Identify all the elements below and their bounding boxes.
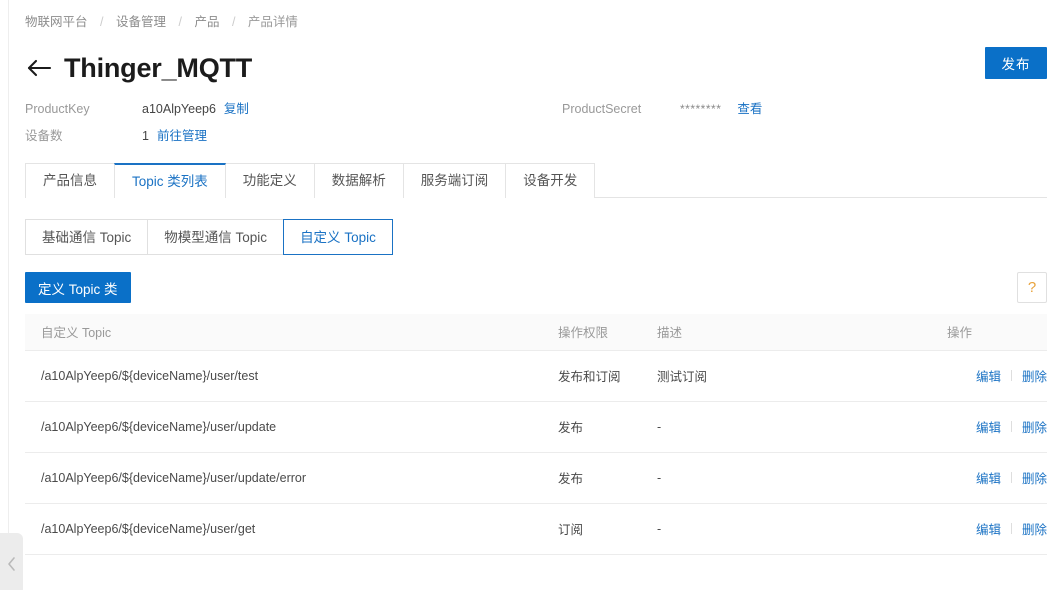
row-actions: 编辑 删除 [976,519,1047,538]
define-topic-class-button[interactable]: 定义 Topic 类 [25,272,131,303]
breadcrumb-separator: / [231,15,236,29]
breadcrumb-separator: / [100,15,104,29]
row-actions: 编辑 删除 [976,417,1047,436]
breadcrumb-item-3: 产品详情 [247,15,298,29]
column-header-description: 描述 [641,314,931,351]
table-row: /a10AlpYeep6/${deviceName}/user/update/e… [25,452,1047,504]
subtab-basic-topic[interactable]: 基础通信 Topic [25,219,149,255]
cell-description: - [641,401,931,453]
table-body: /a10AlpYeep6/${deviceName}/user/test 发布和… [25,350,1047,555]
cell-permission: 订阅 [542,503,641,555]
publish-button[interactable]: 发布 [985,47,1047,79]
edit-link[interactable]: 编辑 [976,366,1001,385]
subtab-custom-topic[interactable]: 自定义 Topic [283,219,393,255]
cell-description: 测试订阅 [641,350,931,402]
cell-topic: /a10AlpYeep6/${deviceName}/user/test [25,350,542,402]
cell-permission: 发布 [542,401,641,453]
table-header-row: 自定义 Topic 操作权限 描述 操作 [25,314,1047,351]
cell-action: 编辑 删除 [931,503,1047,555]
cell-action: 编辑 删除 [931,452,1047,504]
arrow-left-icon[interactable] [25,54,53,82]
column-header-permission: 操作权限 [542,314,641,351]
action-divider [1010,370,1012,381]
sidebar-collapse-handle[interactable] [0,533,23,590]
product-key-label: ProductKey [25,102,90,116]
product-tabs: 产品信息 Topic 类列表 功能定义 数据解析 服务端订阅 设备开发 [25,163,1047,199]
page-title: Thinger_MQTT [64,53,253,83]
table-row: /a10AlpYeep6/${deviceName}/user/update 发… [25,401,1047,453]
column-header-action: 操作 [931,314,1047,351]
question-mark-icon[interactable]: ? [1017,272,1047,303]
copy-product-key-link[interactable]: 复制 [224,102,249,116]
custom-topic-table: 自定义 Topic 操作权限 描述 操作 /a10AlpYeep6/${devi… [25,314,1047,555]
cell-topic: /a10AlpYeep6/${deviceName}/user/get [25,503,542,555]
product-secret-label: ProductSecret [562,102,642,116]
action-divider [1010,523,1012,534]
product-detail-page: 物联网平台 / 设备管理 / 产品 / 产品详情 Thinger_MQTT 发布… [0,0,1064,590]
tab-device-development[interactable]: 设备开发 [505,163,596,198]
meta-row-product-secret: ProductSecret ******** 查看 [562,101,762,117]
tab-product-info[interactable]: 产品信息 [25,163,115,198]
column-header-topic: 自定义 Topic [25,314,542,351]
cell-topic: /a10AlpYeep6/${deviceName}/user/update [25,401,542,453]
page-header: Thinger_MQTT [25,50,252,86]
table-head: 自定义 Topic 操作权限 描述 操作 [25,314,1047,351]
action-divider [1010,421,1012,432]
delete-link[interactable]: 删除 [1022,519,1047,538]
meta-row-device-count: 设备数 1 前往管理 [25,128,1025,155]
tab-topic-list[interactable]: Topic 类列表 [114,163,226,199]
product-key-value: a10AlpYeep6 [142,102,216,116]
row-actions: 编辑 删除 [976,366,1047,385]
cell-permission: 发布和订阅 [542,350,641,402]
topic-type-tabs: 基础通信 Topic 物模型通信 Topic 自定义 Topic [25,219,393,255]
action-divider [1010,472,1012,483]
cell-description: - [641,452,931,504]
meta-row-product-key: ProductKey a10AlpYeep6 复制 ProductSecret *… [25,101,1025,128]
delete-link[interactable]: 删除 [1022,366,1047,385]
chevron-left-icon [6,556,17,572]
cell-description: - [641,503,931,555]
breadcrumb: 物联网平台 / 设备管理 / 产品 / 产品详情 [25,13,298,31]
product-meta: ProductKey a10AlpYeep6 复制 ProductSecret *… [25,101,1025,155]
product-key-value-group: a10AlpYeep6 复制 [142,101,249,117]
edit-link[interactable]: 编辑 [976,417,1001,436]
table-row: /a10AlpYeep6/${deviceName}/user/test 发布和… [25,350,1047,402]
breadcrumb-item-2[interactable]: 产品 [194,15,219,29]
device-count-value-group: 1 前往管理 [142,128,207,144]
breadcrumb-item-1[interactable]: 设备管理 [116,15,166,29]
cell-permission: 发布 [542,452,641,504]
delete-link[interactable]: 删除 [1022,417,1047,436]
edit-link[interactable]: 编辑 [976,519,1001,538]
product-secret-value-group: ******** 查看 [680,101,762,117]
cell-action: 编辑 删除 [931,350,1047,402]
cell-action: 编辑 删除 [931,401,1047,453]
row-actions: 编辑 删除 [976,468,1047,487]
tab-function-definition[interactable]: 功能定义 [224,163,315,198]
subtab-thing-model-topic[interactable]: 物模型通信 Topic [147,219,285,255]
device-count-label: 设备数 [25,129,63,143]
product-secret-value: ******** [680,102,722,116]
table-row: /a10AlpYeep6/${deviceName}/user/get 订阅 -… [25,503,1047,555]
go-to-device-management-link[interactable]: 前往管理 [157,129,207,143]
view-product-secret-link[interactable]: 查看 [737,102,762,116]
device-count-value: 1 [142,129,149,143]
custom-topic-table-wrapper: 自定义 Topic 操作权限 描述 操作 /a10AlpYeep6/${devi… [25,314,1047,555]
breadcrumb-item-0[interactable]: 物联网平台 [25,15,88,29]
tab-data-parsing[interactable]: 数据解析 [313,163,404,198]
page-left-gutter [0,0,9,590]
cell-topic: /a10AlpYeep6/${deviceName}/user/update/e… [25,452,542,504]
tab-server-subscription[interactable]: 服务端订阅 [402,163,507,198]
breadcrumb-separator: / [178,15,182,29]
edit-link[interactable]: 编辑 [976,468,1001,487]
delete-link[interactable]: 删除 [1022,468,1047,487]
